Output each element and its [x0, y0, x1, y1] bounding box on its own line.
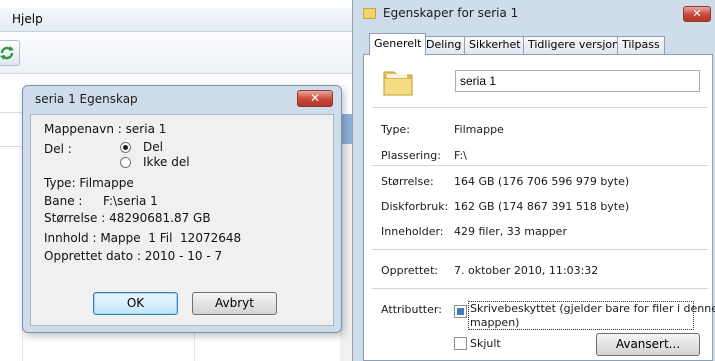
size-text: Størrelse : 48290681.87 GB [44, 211, 211, 225]
hidden-label[interactable]: Skjult [470, 337, 501, 350]
location-label: Plassering: [381, 149, 441, 162]
egenskap-dialog: seria 1 Egenskap ✕ Mappenavn : seria 1 D… [22, 85, 342, 333]
refresh-icon [0, 46, 14, 60]
size-label: Størrelse: [381, 175, 434, 188]
created-value: 7. oktober 2010, 11:03:32 [454, 264, 599, 277]
readonly-checkbox[interactable] [454, 305, 467, 318]
dialog-close-button[interactable]: ✕ [297, 90, 333, 107]
share-option-ikke-del[interactable]: Ikke del [143, 155, 190, 169]
contains-value: 429 filer, 33 mapper [454, 225, 567, 238]
toolbar [0, 32, 352, 74]
folder-icon [363, 8, 376, 19]
tab-deling[interactable]: Deling [421, 36, 467, 54]
attributes-label: Attributter: [381, 303, 442, 316]
created-label: Opprettet: [381, 264, 439, 277]
path-label: Bane : [44, 194, 83, 208]
path-value: F:\seria 1 [103, 194, 158, 208]
general-tab-panel: Type: Filmappe Plassering: F:\ Størrelse… [363, 54, 715, 361]
type-value: Filmappe [454, 123, 504, 136]
readonly-label-cont[interactable]: mappen) [470, 316, 519, 329]
disk-usage-label: Diskforbruk: [381, 200, 449, 213]
refresh-button[interactable] [0, 40, 20, 66]
folder-icon [383, 71, 413, 96]
properties-close-button[interactable]: ✕ [683, 6, 711, 22]
share-radio-del[interactable] [120, 142, 131, 153]
properties-title: Egenskaper for seria 1 [383, 6, 519, 20]
menu-bar: Hjelp [0, 8, 352, 32]
share-radio-ikke-del[interactable] [120, 157, 131, 168]
tab-generelt[interactable]: Generelt [369, 33, 427, 55]
divider [372, 249, 708, 250]
divider [372, 107, 708, 108]
contents-text: Innhold : Mappe 1 Fil 12072648 [44, 231, 242, 245]
cancel-button[interactable]: Avbryt [192, 292, 277, 315]
folder-name-input[interactable] [455, 70, 700, 92]
divider [372, 288, 708, 289]
dialog-body: Mappenavn : seria 1 Del : Del Ikke del T… [30, 114, 334, 326]
readonly-label[interactable]: Skrivebeskyttet (gjelder bare for filer … [470, 302, 715, 315]
created-date-text: Opprettet dato : 2010 - 10 - 7 [44, 249, 223, 263]
folder-name-text: Mappenavn : seria 1 [44, 122, 167, 136]
share-option-del[interactable]: Del [143, 140, 163, 154]
type-text: Type: Filmappe [44, 176, 134, 190]
properties-window: Egenskaper for seria 1 ✕ Generelt Deling… [352, 0, 715, 361]
size-value: 164 GB (176 706 596 979 byte) [454, 175, 630, 188]
tab-sikkerhet[interactable]: Sikkerhet [464, 36, 526, 54]
tab-tilpass[interactable]: Tilpass [617, 36, 665, 54]
ok-button[interactable]: OK [93, 292, 178, 315]
menu-item-help[interactable]: Hjelp [12, 12, 43, 26]
dialog-title: seria 1 Egenskap [35, 92, 138, 106]
close-icon: ✕ [309, 91, 321, 105]
type-label: Type: [381, 123, 410, 136]
advanced-button[interactable]: Avansert... [596, 333, 700, 356]
contains-label: Inneholder: [381, 225, 444, 238]
share-label: Del : [44, 142, 72, 156]
divider [372, 165, 708, 166]
hidden-checkbox[interactable] [454, 337, 467, 350]
location-value: F:\ [454, 149, 467, 162]
disk-usage-value: 162 GB (174 867 391 518 byte) [454, 200, 630, 213]
close-icon: ✕ [692, 7, 702, 20]
